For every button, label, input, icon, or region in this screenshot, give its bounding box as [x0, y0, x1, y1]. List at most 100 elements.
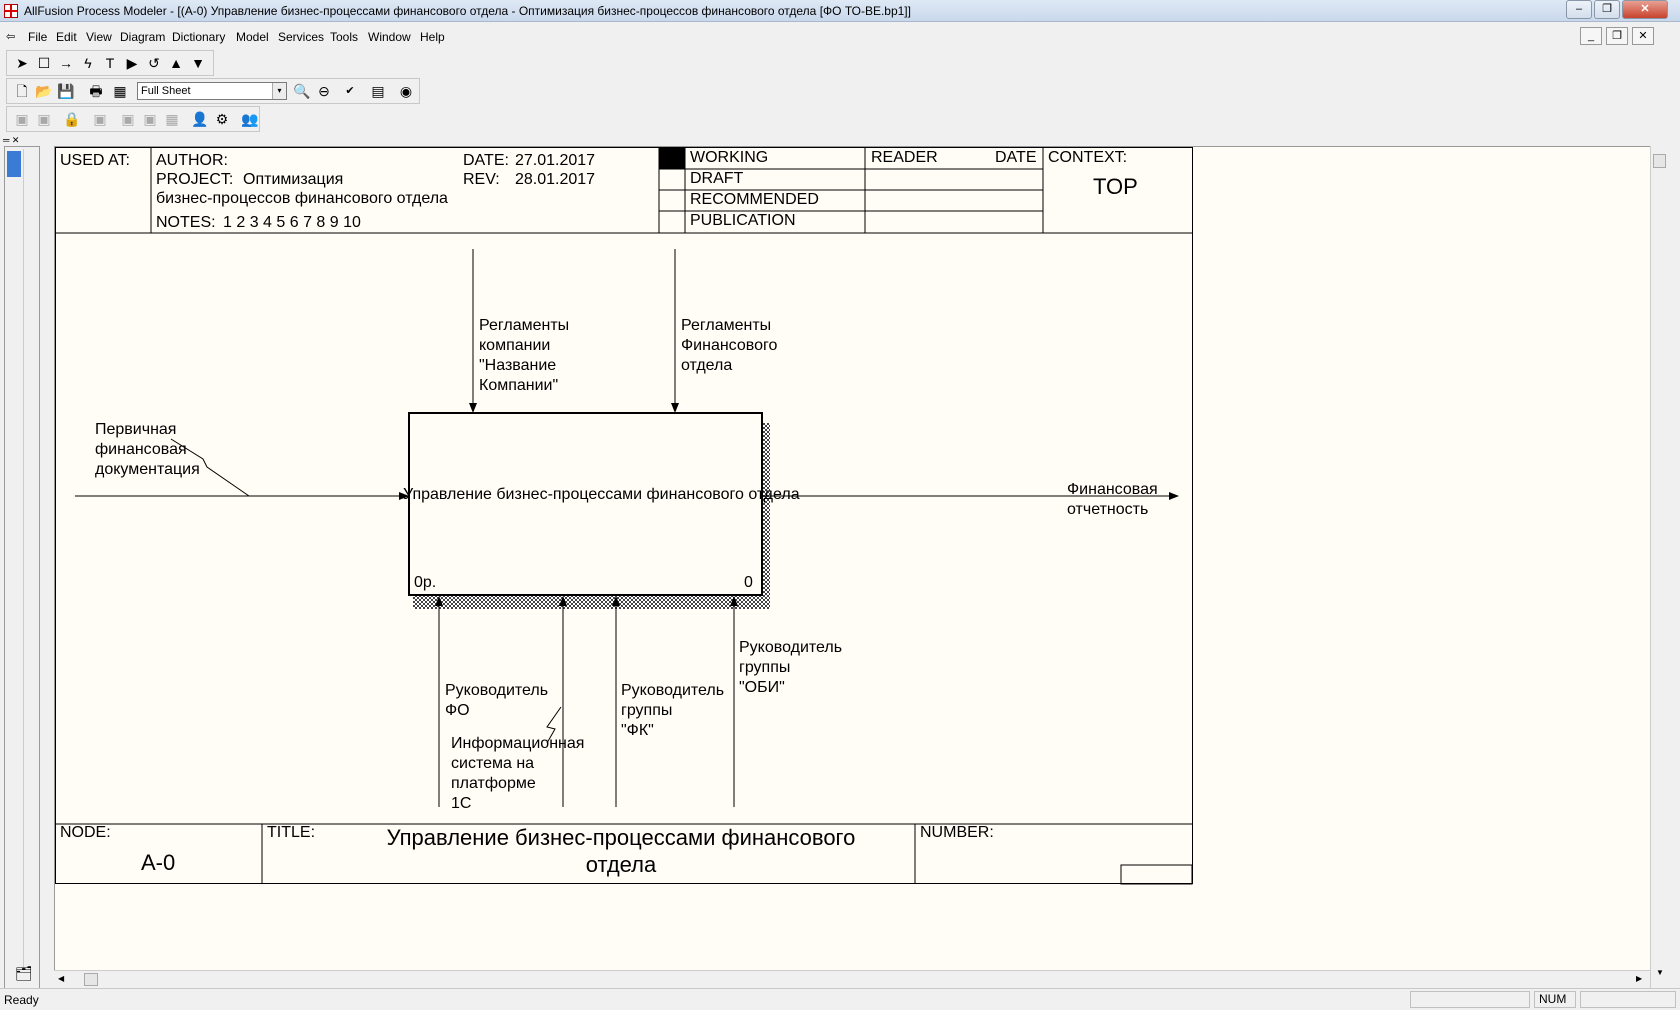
- pointer-tool-icon[interactable]: ➤: [11, 52, 33, 74]
- model-explorer-pane[interactable]: ═ ✕ 🗂: [3, 135, 40, 990]
- mart-open-icon[interactable]: ▣: [117, 108, 139, 130]
- mart-compare-icon[interactable]: ▦: [161, 108, 183, 130]
- squiggle-tool-icon[interactable]: ϟ: [77, 52, 99, 74]
- diagram-title-line1: Управление бизнес-процессами финансового: [386, 825, 856, 850]
- chevron-down-icon[interactable]: ▾: [272, 83, 286, 99]
- zoom-out-icon[interactable]: ⊖: [313, 80, 335, 102]
- number-label: NUMBER:: [920, 824, 994, 841]
- mechanism-label-2[interactable]: Информационная система на платформе 1С: [451, 734, 584, 814]
- activity-cost: 0р.: [414, 574, 437, 591]
- mechanism-label-1[interactable]: Руководитель ФО: [445, 681, 548, 721]
- menu-view[interactable]: View: [86, 30, 112, 44]
- model-explorer-icon[interactable]: ▤: [367, 80, 389, 102]
- maximize-button[interactable]: ❐: [1594, 0, 1620, 19]
- status-recommended: RECOMMENDED: [690, 191, 819, 208]
- mart-save-icon[interactable]: ▣: [89, 108, 111, 130]
- status-working: WORKING: [690, 149, 769, 166]
- menu-model[interactable]: Model: [236, 30, 269, 44]
- working-status-marker: [659, 147, 685, 169]
- people-icon[interactable]: 👥: [239, 108, 261, 130]
- scroll-right-icon[interactable]: ▶: [1636, 974, 1642, 983]
- color-palette-icon[interactable]: ▦: [109, 80, 131, 102]
- mechanism-label-4[interactable]: Руководитель группы "ОБИ": [739, 638, 842, 698]
- menu-file[interactable]: File: [28, 30, 47, 44]
- mdi-minimize-button[interactable]: _: [1580, 27, 1602, 45]
- menu-services[interactable]: Services: [278, 30, 324, 44]
- scroll-left-icon[interactable]: ◀: [58, 974, 64, 983]
- pane-scrollbar[interactable]: [23, 149, 35, 969]
- input-label-1[interactable]: Первичная финансовая документация: [95, 420, 200, 480]
- mart-connect-icon[interactable]: ▣: [11, 108, 33, 130]
- notes-label: NOTES:: [156, 214, 216, 231]
- rev-label: REV:: [463, 171, 500, 188]
- mdi-system-icon[interactable]: ⇦: [6, 30, 15, 43]
- off-page-reference-icon[interactable]: ▶: [121, 52, 143, 74]
- menu-dictionary[interactable]: Dictionary: [172, 30, 225, 44]
- zoom-select[interactable]: Full Sheet ▾: [137, 82, 287, 100]
- arrow-tool-icon[interactable]: →: [55, 52, 77, 74]
- print-icon[interactable]: 🖶: [85, 80, 107, 102]
- mdi-restore-button[interactable]: ❐: [1606, 27, 1628, 45]
- new-file-icon[interactable]: 🗋: [11, 80, 33, 102]
- pane-controls[interactable]: ═ ✕: [3, 135, 19, 146]
- rev-value: 28.01.2017: [515, 171, 596, 188]
- user-icon[interactable]: 👤: [189, 108, 211, 130]
- activity-name[interactable]: Управление бизнес-процессами финансового…: [403, 485, 800, 505]
- model-tree-icon[interactable]: 🗂: [15, 965, 33, 982]
- output-label-1[interactable]: Финансовая отчетность: [1067, 480, 1158, 520]
- menu-window[interactable]: Window: [368, 30, 411, 44]
- date-label: DATE:: [463, 152, 509, 169]
- spell-check-icon[interactable]: ✔: [339, 80, 361, 102]
- scroll-down-icon[interactable]: ▼: [1656, 968, 1664, 977]
- zoom-select-value: Full Sheet: [141, 85, 191, 97]
- menu-tools[interactable]: Tools: [330, 30, 358, 44]
- status-bar: Ready NUM: [0, 988, 1680, 1010]
- save-icon[interactable]: 💾: [55, 80, 77, 102]
- control-label-1[interactable]: Регламенты компании "Название Компании": [479, 316, 569, 396]
- number-box: [1120, 864, 1193, 885]
- status-panel-3: [1580, 991, 1676, 1008]
- mart-disconnect-icon[interactable]: ▣: [33, 108, 55, 130]
- text-tool-icon[interactable]: T: [99, 52, 121, 74]
- context-label: CONTEXT:: [1048, 149, 1128, 166]
- context-value: TOP: [1093, 174, 1138, 199]
- vertical-scrollbar[interactable]: ▼: [1650, 146, 1668, 988]
- close-button[interactable]: ✕: [1622, 0, 1668, 19]
- status-draft: DRAFT: [690, 170, 744, 187]
- diagram-canvas[interactable]: USED AT: AUTHOR: PROJECT: Оптимизация би…: [54, 146, 1662, 985]
- node-label: NODE:: [60, 824, 111, 841]
- mechanism-label-3[interactable]: Руководитель группы "ФК": [621, 681, 724, 741]
- go-to-parent-icon[interactable]: ▲: [165, 52, 187, 74]
- mart-report-icon[interactable]: ▣: [139, 108, 161, 130]
- menu-help[interactable]: Help: [420, 30, 445, 44]
- menu-bar: ⇦ File Edit View Diagram Dictionary Mode…: [0, 24, 1680, 48]
- author-label: AUTHOR:: [156, 152, 228, 169]
- model-mart-icon[interactable]: ◉: [395, 80, 417, 102]
- minimize-button[interactable]: –: [1566, 0, 1592, 19]
- control-label-2[interactable]: Регламенты Финансового отдела: [681, 316, 777, 376]
- mdi-close-button[interactable]: ✕: [1632, 27, 1654, 45]
- open-folder-icon[interactable]: 📂: [33, 80, 55, 102]
- reader-label: READER: [871, 149, 938, 166]
- activity-box-tool-icon[interactable]: ☐: [33, 52, 55, 74]
- pane-scroll-thumb[interactable]: [7, 151, 21, 177]
- horizontal-scrollbar[interactable]: ◀ ▶: [54, 970, 1650, 988]
- diagram-title-line2: отдела: [585, 852, 657, 877]
- app-icon: [4, 4, 18, 18]
- project-value-line2: бизнес-процессов финансового отдела: [156, 190, 448, 207]
- node-value: A-0: [141, 850, 176, 875]
- lock-icon[interactable]: 🔒: [61, 108, 83, 130]
- vertical-scroll-thumb[interactable]: [1653, 154, 1666, 168]
- menu-edit[interactable]: Edit: [56, 30, 77, 44]
- project-value: Оптимизация: [243, 171, 344, 188]
- settings-icon[interactable]: ⚙: [211, 108, 233, 130]
- num-lock-indicator: NUM: [1534, 991, 1576, 1008]
- zoom-in-icon[interactable]: 🔍: [291, 80, 313, 102]
- standard-toolbar: 🗋 📂 💾 🖶 ▦ Full Sheet ▾ 🔍 ⊖ ✔ ▤ ◉: [6, 78, 420, 104]
- go-to-child-icon[interactable]: ▼: [187, 52, 209, 74]
- undo-icon[interactable]: ↺: [143, 52, 165, 74]
- menu-diagram[interactable]: Diagram: [120, 30, 165, 44]
- status-text: Ready: [4, 993, 39, 1007]
- window-title-bar[interactable]: AllFusion Process Modeler - [(A-0) Управ…: [0, 0, 1680, 22]
- horizontal-scroll-thumb[interactable]: [84, 973, 98, 986]
